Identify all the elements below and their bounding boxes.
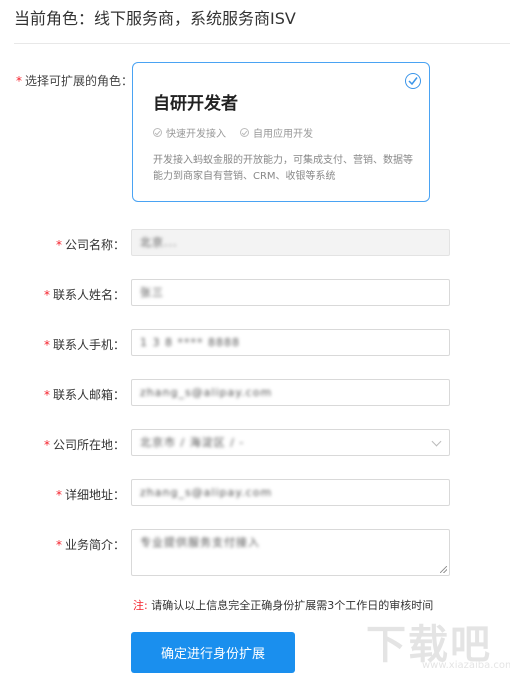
review-note: 注: 请确认以上信息完全正确身份扩展需3个工作日的审核时间 <box>133 599 434 612</box>
check-icon <box>153 128 162 137</box>
role-card-self-developer[interactable]: 自研开发者 快速开发接入 自用应用开发 开发接入蚂蚁金服的开放能力，可集成支付、… <box>132 62 430 202</box>
check-circle-icon <box>405 73 421 89</box>
role-card-description: 开发接入蚂蚁金服的开放能力，可集成支付、营销、数据等能力到商家自有营销、CRM、… <box>153 155 413 182</box>
contact-name-label: * 联系人姓名： <box>43 288 125 302</box>
role-card-features: 快速开发接入 自用应用开发 <box>153 125 313 140</box>
contact-name-input[interactable]: 张三 <box>131 279 450 306</box>
address-input[interactable]: zhang_s@alipay.com <box>131 479 450 506</box>
role-select-label: * 选择可扩展的角色： <box>16 74 134 88</box>
company-name-field: 北京... <box>131 229 450 256</box>
page-header: 当前角色：线下服务商，系统服务商ISV <box>14 9 510 44</box>
company-location-label: * 公司所在地： <box>43 438 125 452</box>
resize-handle[interactable] <box>440 566 447 573</box>
chevron-down-icon <box>431 436 442 447</box>
confirm-extend-button[interactable]: 确定进行身份扩展 <box>131 632 295 673</box>
business-intro-label: * 业务简介： <box>55 538 125 552</box>
address-label: * 详细地址： <box>55 488 125 502</box>
watermark-logo: 下载吧 www.xiazaiba.com <box>366 622 510 671</box>
contact-email-label: * 联系人邮箱： <box>43 388 125 402</box>
feature-item: 快速开发接入 <box>153 125 226 140</box>
business-intro-textarea[interactable]: 专业提供服务支付接入 <box>131 529 450 576</box>
check-icon <box>240 128 249 137</box>
feature-item: 自用应用开发 <box>240 125 313 140</box>
contact-phone-input[interactable]: 1 3 8 **** 8888 <box>131 329 450 356</box>
required-asterisk: * <box>16 74 22 88</box>
contact-phone-label: * 联系人手机： <box>43 338 125 352</box>
company-location-select[interactable]: 北京市 / 海淀区 / - <box>131 429 450 456</box>
role-card-title: 自研开发者 <box>153 94 238 114</box>
company-name-label: * 公司名称： <box>55 238 125 252</box>
current-role-title: 当前角色：线下服务商，系统服务商ISV <box>14 9 296 28</box>
contact-email-input[interactable]: zhang_s@alipay.com <box>131 379 450 406</box>
